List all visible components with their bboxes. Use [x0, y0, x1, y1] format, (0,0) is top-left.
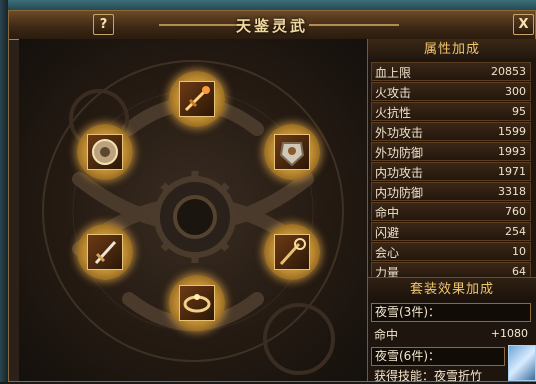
- attribute-value: 1971: [498, 165, 526, 178]
- equipment-slot-armor[interactable]: [264, 124, 320, 180]
- attribute-row-fire-attack: 火攻击 300: [371, 82, 531, 101]
- set-bonus-6-piece: 夜雪(6件)：: [371, 347, 505, 366]
- attribute-row-dodge: 闪避 254: [371, 222, 531, 241]
- equipment-slot-sword[interactable]: [169, 71, 225, 127]
- set-bonus-stat-label: 命中: [374, 328, 399, 342]
- skill-snow-bamboo-icon[interactable]: [508, 345, 536, 381]
- armor-icon: [274, 134, 310, 170]
- attribute-value: 300: [505, 85, 526, 98]
- attribute-label: 会心: [375, 246, 400, 260]
- attribute-label: 火抗性: [375, 106, 412, 120]
- set-bonus-skill: 获得技能：夜雪折竹: [374, 369, 483, 383]
- attribute-row-inner-attack: 内功攻击 1971: [371, 162, 531, 181]
- attribute-label: 外功攻击: [375, 126, 424, 140]
- equipment-slot-dagger[interactable]: [77, 224, 133, 280]
- game-window: 天鉴灵武 ? X 属性加成 血上限 20853 火攻击 300 火抗性 95 外…: [8, 10, 536, 383]
- attribute-value: 3318: [498, 185, 526, 198]
- attribute-header: 属性加成: [368, 39, 536, 61]
- attribute-row-crit: 会心 10: [371, 242, 531, 261]
- set-bonus-stat-value: +1080: [490, 327, 528, 340]
- attribute-label: 内功攻击: [375, 166, 424, 180]
- attribute-row-outer-defense: 外功防御 1993: [371, 142, 531, 161]
- attribute-label: 力量: [375, 266, 400, 277]
- set-bonus-header: 套装效果加成: [368, 277, 536, 302]
- help-button[interactable]: ?: [93, 14, 114, 35]
- attribute-label: 火攻击: [375, 86, 412, 100]
- equipment-slot-shield[interactable]: [77, 124, 133, 180]
- close-button[interactable]: X: [513, 14, 534, 35]
- attribute-panel: 属性加成 血上限 20853 火攻击 300 火抗性 95 外功攻击 1599 外功防御…: [367, 39, 536, 383]
- golden-staff-icon: [274, 234, 310, 270]
- center-gear-icon: [149, 171, 241, 263]
- attribute-row-hit: 命中 760: [371, 202, 531, 221]
- attribute-value: 64: [512, 265, 526, 277]
- gear-shield-icon: [87, 134, 123, 170]
- window-title: 天鉴灵武: [235, 17, 308, 35]
- set-bonus-3-piece: 夜雪(3件)：: [371, 303, 531, 322]
- attribute-value: 760: [505, 205, 526, 218]
- attribute-row-outer-attack: 外功攻击 1599: [371, 122, 531, 141]
- attribute-list: 血上限 20853 火攻击 300 火抗性 95 外功攻击 1599 外功防御 1993 …: [371, 62, 531, 277]
- dagger-icon: [87, 234, 123, 270]
- attribute-label: 闪避: [375, 226, 400, 240]
- attribute-row-fire-resist: 火抗性 95: [371, 102, 531, 121]
- attribute-row-hp: 血上限 20853: [371, 62, 531, 81]
- equipment-slot-staff[interactable]: [264, 224, 320, 280]
- attribute-row-inner-defense: 内功防御 3318: [371, 182, 531, 201]
- attribute-value: 95: [512, 105, 526, 118]
- flaming-blade-icon: [179, 81, 215, 117]
- ring-icon: [179, 285, 215, 321]
- attribute-value: 20853: [491, 65, 526, 78]
- attribute-row-strength: 力量 64: [371, 262, 531, 277]
- title-bar[interactable]: 天鉴灵武 ? X: [9, 11, 535, 40]
- equipment-stage: [19, 39, 367, 381]
- attribute-value: 1599: [498, 125, 526, 138]
- attribute-label: 内功防御: [375, 186, 424, 200]
- attribute-label: 命中: [375, 206, 400, 220]
- attribute-label: 外功防御: [375, 146, 424, 160]
- attribute-value: 1993: [498, 145, 526, 158]
- attribute-value: 254: [505, 225, 526, 238]
- background-edge: [0, 0, 8, 382]
- attribute-list-viewport[interactable]: 属性加成 血上限 20853 火攻击 300 火抗性 95 外功攻击 1599 外功防御…: [368, 39, 536, 277]
- attribute-value: 10: [512, 245, 526, 258]
- equipment-slot-ring[interactable]: [169, 275, 225, 331]
- attribute-label: 血上限: [375, 66, 412, 80]
